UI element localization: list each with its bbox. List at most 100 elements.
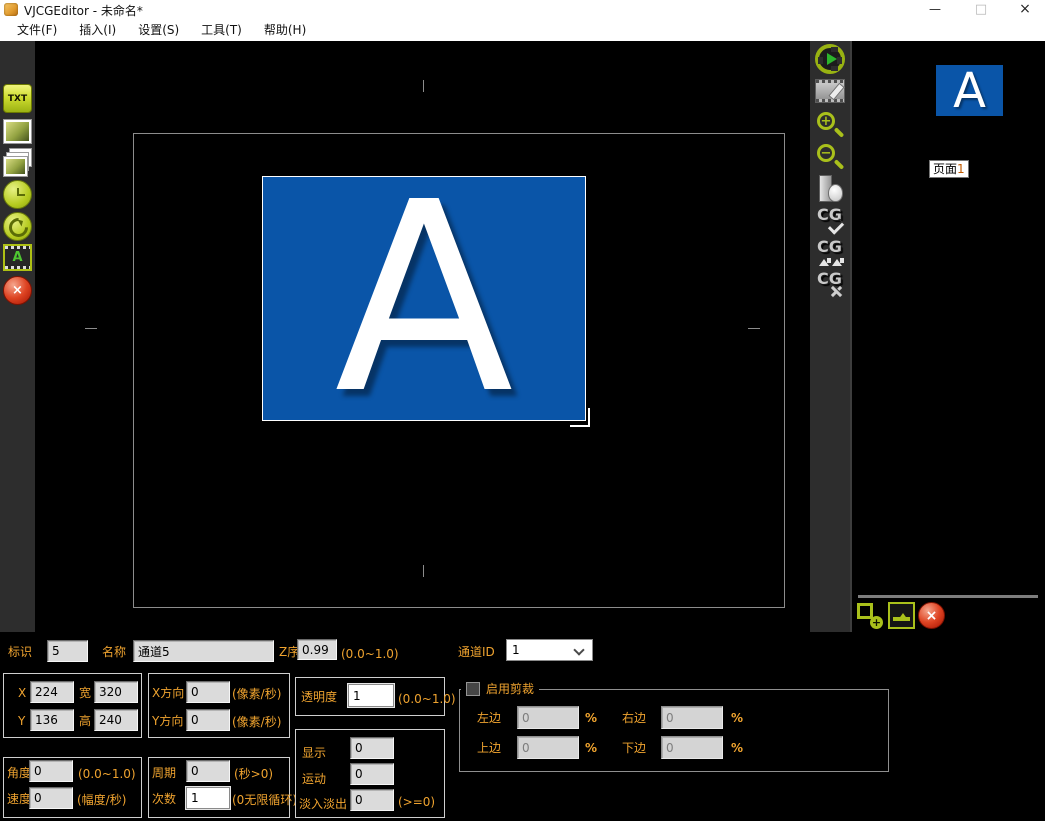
motion-field[interactable] (350, 763, 394, 785)
title-bar: VJCGEditor - 未命名* — □ × (0, 0, 1045, 19)
page-name-label[interactable]: 页面1 (929, 160, 969, 178)
maximize-button[interactable]: □ (961, 0, 1001, 19)
times-label: 次数 (152, 792, 177, 806)
text-tool-icon[interactable]: TXT (3, 84, 32, 113)
clip-right-percent: % (731, 711, 744, 725)
menu-insert[interactable]: 插入(I) (68, 19, 127, 41)
opacity-label: 透明度 (301, 690, 338, 704)
y-label: Y (18, 714, 26, 728)
speed-field[interactable] (29, 787, 73, 809)
magnifier-handle (833, 159, 845, 170)
pages-scrollbar[interactable] (858, 595, 1038, 598)
clip-right-field[interactable] (661, 706, 723, 729)
fade-hint: (>=0) (398, 795, 436, 809)
angle-label: 角度 (7, 766, 32, 780)
app-window: VJCGEditor - 未命名* — □ × 文件(F) 插入(I) 设置(S… (0, 0, 1045, 821)
y-direction-hint: (像素/秒) (232, 715, 282, 729)
thumbnail-element: A (936, 65, 1003, 116)
zoom-out-button[interactable]: − (815, 142, 845, 172)
magnifier-handle (833, 127, 845, 138)
film-perforation (5, 246, 30, 249)
id-field[interactable] (47, 640, 88, 662)
height-field[interactable] (94, 709, 138, 731)
element-letter: A (334, 145, 514, 451)
image-tool-icon[interactable] (3, 117, 32, 146)
speed-hint: (幅度/秒) (77, 793, 127, 807)
magnifier-minus-icon: − (817, 144, 835, 162)
times-field[interactable] (186, 787, 230, 809)
window-title: VJCGEditor - 未命名* (24, 4, 143, 18)
x-direction-label: X方向 (152, 686, 185, 700)
enable-clipping-checkbox[interactable] (466, 682, 480, 696)
image-sequence-tool-icon[interactable] (3, 148, 32, 177)
preview-play-button[interactable] (815, 44, 845, 74)
page-label-text: 页面 (933, 162, 958, 176)
menu-help[interactable]: 帮助(H) (253, 19, 317, 41)
app-icon (4, 3, 18, 16)
fade-field[interactable] (350, 789, 394, 811)
preview-device-button[interactable] (815, 174, 845, 204)
selected-cg-element[interactable]: A (262, 167, 586, 429)
cg-label: CG (817, 269, 842, 288)
x-field[interactable] (30, 681, 74, 703)
clip-top-field[interactable] (517, 736, 579, 759)
page-thumbnail[interactable]: A (872, 45, 1030, 158)
delete-page-button[interactable]: × (918, 602, 945, 629)
period-field[interactable] (186, 760, 230, 782)
opacity-field[interactable] (348, 684, 394, 707)
minimize-button[interactable]: — (915, 0, 955, 19)
width-field[interactable] (94, 681, 138, 703)
plus-icon: + (870, 616, 883, 629)
clip-bottom-field[interactable] (661, 736, 723, 759)
clip-top-label: 上边 (477, 741, 502, 755)
close-button[interactable]: × (1005, 0, 1045, 19)
y-field[interactable] (30, 709, 74, 731)
menu-settings[interactable]: 设置(S) (127, 19, 190, 41)
cg-apply-button[interactable]: CG (815, 205, 845, 235)
page-outline-icon (857, 603, 873, 619)
x-direction-field[interactable] (186, 681, 230, 703)
y-direction-field[interactable] (186, 709, 230, 731)
clock-tool-icon[interactable] (3, 180, 32, 209)
film-perforation (816, 99, 844, 102)
channel-id-select[interactable]: 1 (506, 639, 593, 661)
pencil-icon (828, 82, 845, 101)
edit-film-button[interactable] (815, 79, 845, 103)
menu-file[interactable]: 文件(F) (6, 19, 68, 41)
id-label: 标识 (8, 645, 33, 659)
bar-icon (893, 617, 910, 621)
motion-label: 运动 (302, 772, 327, 786)
ring-notch (818, 57, 823, 64)
clip-left-percent: % (585, 711, 598, 725)
center-tick-right (748, 328, 760, 329)
name-field[interactable] (133, 640, 274, 662)
page-size-button[interactable] (888, 602, 915, 629)
delete-element-button[interactable]: × (3, 276, 32, 305)
clip-left-field[interactable] (517, 706, 579, 729)
edit-canvas[interactable]: A (35, 41, 810, 632)
film-letter: A (12, 250, 23, 265)
clip-top-percent: % (585, 741, 598, 755)
add-page-button[interactable]: + (856, 602, 883, 629)
angle-field[interactable] (29, 760, 73, 782)
page-label-number: 1 (957, 162, 965, 176)
thumbnail-letter: A (953, 62, 986, 119)
angle-hint: (0.0~1.0) (78, 767, 136, 781)
cg-upload-button[interactable]: CG (815, 237, 845, 267)
fade-label: 淡入淡出 (299, 797, 348, 811)
resize-handle[interactable] (570, 408, 590, 427)
zoom-in-button[interactable]: + (815, 110, 845, 140)
arrow-stem (827, 258, 831, 263)
x-label: X (18, 686, 27, 700)
clip-left-label: 左边 (477, 711, 502, 725)
x-direction-hint: (像素/秒) (232, 687, 282, 701)
animation-tool-icon[interactable]: A (3, 244, 32, 271)
cg-clear-button[interactable]: CG (815, 269, 845, 299)
clipping-legend: 启用剪裁 (461, 682, 540, 696)
z-order-field[interactable] (297, 639, 337, 660)
speed-label: 速度 (7, 792, 32, 806)
countdown-tool-icon[interactable] (3, 212, 32, 241)
menu-tools[interactable]: 工具(T) (190, 19, 253, 41)
channel-id-label: 通道ID (458, 645, 495, 659)
display-field[interactable] (350, 737, 394, 759)
